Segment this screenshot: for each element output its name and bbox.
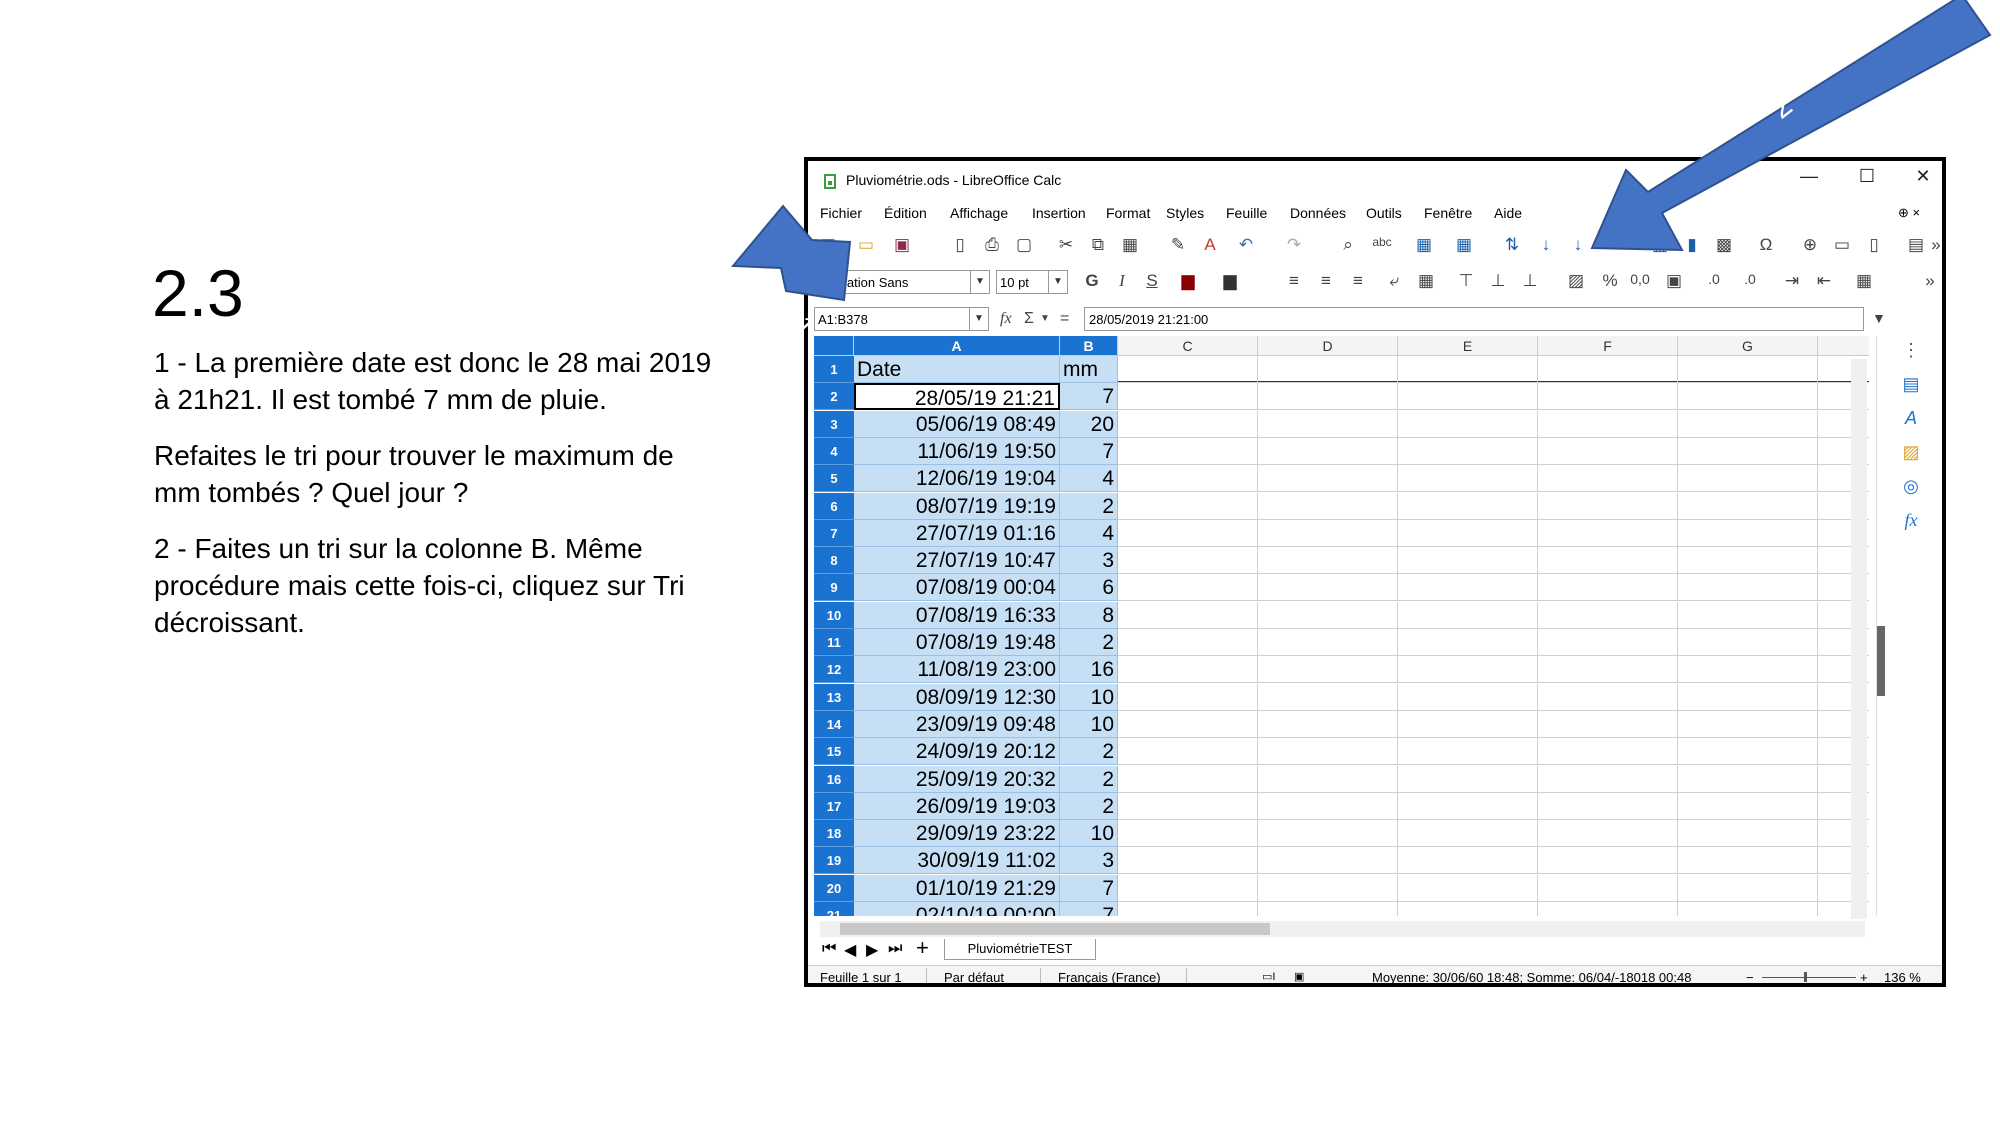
annotation-arrow-2: 2 [1590,0,1992,252]
annotation-arrow-1: 1 [730,204,852,342]
arrow-1-label: 1 [788,310,821,342]
arrow-2-shape [1590,0,1992,252]
annotation-arrows: 1 2 [730,0,1992,342]
arrow-1-shape [730,204,852,302]
